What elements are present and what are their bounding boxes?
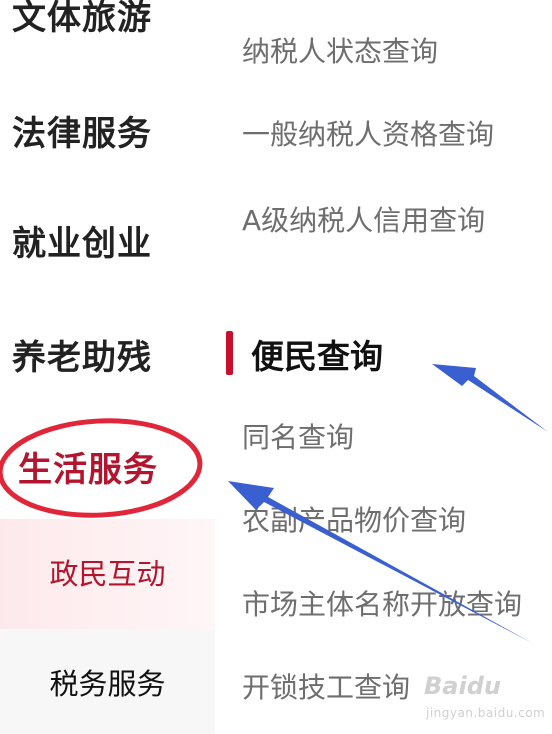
category-yanglao-zhucan[interactable]: 养老助残: [12, 330, 152, 379]
category-falv-fuwu[interactable]: 法律服务: [12, 106, 152, 155]
category-wenti-lvyou[interactable]: 文体旅游: [12, 0, 152, 39]
watermark-brand: Baidu: [424, 672, 501, 700]
service-item-nongfu-wujia[interactable]: 农副产品物价查询: [242, 499, 466, 539]
category-jiuye-chuangye[interactable]: 就业创业: [12, 216, 152, 265]
service-item-shichang-zhuti[interactable]: 市场主体名称开放查询: [242, 583, 522, 623]
section-title: 便民查询: [251, 337, 383, 376]
service-item-tongming-chaxun[interactable]: 同名查询: [242, 416, 354, 456]
annotation-arrow-1: [432, 364, 548, 432]
service-item-kaisuo-jigong[interactable]: 开锁技工查询: [242, 666, 410, 706]
category-shuiwu-fuwu[interactable]: 税务服务: [0, 629, 215, 734]
category-zhengmin-hudong[interactable]: 政民互动: [0, 519, 215, 629]
page: 文体旅游 法律服务 就业创业 养老助残 生活服务 政民互动 税务服务 纳税人状态…: [0, 0, 552, 734]
service-item-nashuiren-zhuangtai[interactable]: 纳税人状态查询: [242, 30, 438, 70]
section-accent-bar: [226, 331, 233, 375]
watermark-sub: jingyan.baidu.com: [426, 706, 546, 720]
baidu-watermark: Baidu jingyan.baidu.com: [424, 672, 546, 722]
service-item-a-ji-xinyong[interactable]: A级纳税人信用查询: [242, 199, 485, 239]
service-item-yiban-nashuiren[interactable]: 一般纳税人资格查询: [242, 113, 494, 153]
category-shenghuo-fuwu[interactable]: 生活服务: [18, 442, 158, 491]
